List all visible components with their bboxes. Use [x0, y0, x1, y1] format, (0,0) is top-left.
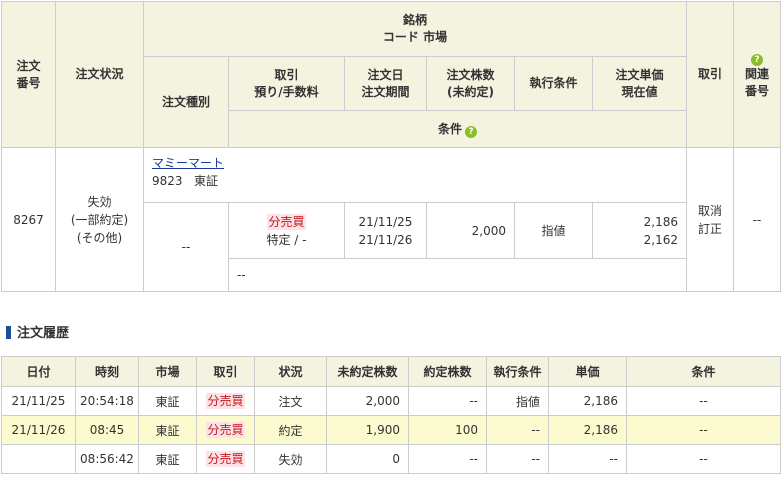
hist-trade: 分売買	[196, 415, 255, 445]
order-history-title: 注文履歴	[6, 325, 69, 343]
stock-info: マミーマート 9823 東証	[142, 147, 688, 203]
help-icon[interactable]: ?	[465, 125, 478, 138]
hist-unfilled: 0	[326, 444, 409, 474]
header-exec-cond: 執行条件	[514, 56, 593, 111]
header-stock: 銘柄 コード 市場	[142, 1, 688, 57]
condition-value: --	[227, 258, 688, 292]
hist-unfilled: 2,000	[326, 386, 409, 416]
help-icon[interactable]: ?	[751, 54, 764, 66]
hist-header-filled: 約定株数	[408, 356, 487, 387]
order-status: 失効 (一部約定) (その他)	[55, 147, 144, 292]
hist-time: 08:56:42	[75, 444, 139, 474]
hist-status: 約定	[254, 415, 327, 445]
hist-market: 東証	[138, 415, 197, 445]
hist-price: 2,186	[548, 415, 627, 445]
header-condition: 条件?	[227, 110, 688, 148]
hist-header-time: 時刻	[75, 356, 139, 387]
header-price: 注文単価 現在値	[591, 56, 688, 111]
header-trade: 取引 預り/手数料	[228, 56, 345, 111]
action-cell: 取消 訂正	[686, 147, 735, 292]
trade-type-tag: 分売買	[206, 393, 245, 409]
hist-header-exec: 執行条件	[486, 356, 549, 387]
hist-condition: --	[626, 386, 781, 416]
trade-type-tag: 分売買	[267, 213, 306, 230]
stock-market: 東証	[194, 174, 219, 188]
hist-header-unfilled: 未約定株数	[326, 356, 409, 387]
order-quantity: 2,000	[426, 202, 515, 259]
table-row: 21/11/26 08:45 東証 分売買 約定 1,900 100 -- 2,…	[1, 415, 781, 445]
table-row: 21/11/25 20:54:18 東証 分売買 注文 2,000 -- 指値 …	[1, 386, 781, 416]
section-bar	[6, 326, 11, 339]
hist-time: 20:54:18	[75, 386, 139, 416]
exec-condition: 指値	[514, 202, 593, 259]
hist-filled: 100	[408, 415, 487, 445]
hist-time: 08:45	[75, 415, 139, 445]
hist-market: 東証	[138, 444, 197, 474]
trade-type-tag: 分売買	[206, 422, 245, 438]
header-quantity: 注文株数 (未約定)	[426, 56, 515, 111]
order-type-value: --	[143, 202, 229, 292]
header-related: ? 関連 番号	[733, 1, 781, 148]
hist-header-price: 単価	[548, 356, 627, 387]
stock-code: 9823	[152, 174, 183, 188]
hist-market: 東証	[138, 386, 197, 416]
account-type: 特定 / -	[266, 232, 307, 247]
hist-filled: --	[408, 444, 487, 474]
hist-trade: 分売買	[196, 444, 255, 474]
hist-header-market: 市場	[138, 356, 197, 387]
order-number: 8267	[1, 147, 56, 292]
hist-header-date: 日付	[1, 356, 76, 387]
stock-name-link[interactable]: マミーマート	[152, 156, 224, 170]
trade-type-tag: 分売買	[206, 451, 245, 467]
hist-header-trade: 取引	[196, 356, 255, 387]
hist-date: 21/11/25	[1, 386, 76, 416]
cancel-link[interactable]: 取消	[698, 204, 722, 218]
hist-status: 失効	[254, 444, 327, 474]
order-history-table: 日付 時刻 市場 取引 状況 未約定株数 約定株数 執行条件 単価 条件 21/…	[1, 356, 781, 474]
hist-date: 21/11/26	[1, 415, 76, 445]
hist-condition: --	[626, 444, 781, 474]
trade-cell: 分売買 特定 / -	[228, 202, 345, 259]
related-number: --	[733, 147, 781, 292]
hist-filled: --	[408, 386, 487, 416]
table-row: 08:56:42 東証 分売買 失効 0 -- -- -- --	[1, 444, 781, 474]
header-order-no: 注文 番号	[1, 1, 56, 148]
modify-link[interactable]: 訂正	[698, 222, 722, 236]
order-date-cell: 21/11/25 21/11/26	[344, 202, 427, 259]
hist-unfilled: 1,900	[326, 415, 409, 445]
hist-header-status: 状況	[254, 356, 327, 387]
hist-date	[1, 444, 76, 474]
hist-condition: --	[626, 415, 781, 445]
hist-exec: --	[486, 415, 549, 445]
hist-header-condition: 条件	[626, 356, 781, 387]
header-order-date: 注文日 注文期間	[344, 56, 427, 111]
hist-trade: 分売買	[196, 386, 255, 416]
header-action: 取引	[686, 1, 735, 148]
hist-exec: --	[486, 444, 549, 474]
hist-status: 注文	[254, 386, 327, 416]
price-cell: 2,186 2,162	[591, 202, 688, 259]
hist-price: 2,186	[548, 386, 627, 416]
hist-exec: 指値	[486, 386, 549, 416]
header-order-type: 注文種別	[143, 56, 229, 148]
header-order-status: 注文状況	[55, 1, 144, 148]
hist-price: --	[548, 444, 627, 474]
order-detail-table: 注文 番号 注文状況 銘柄 コード 市場 取引 ? 関連 番号 注文種別 取引 預り/手数…	[1, 1, 781, 292]
